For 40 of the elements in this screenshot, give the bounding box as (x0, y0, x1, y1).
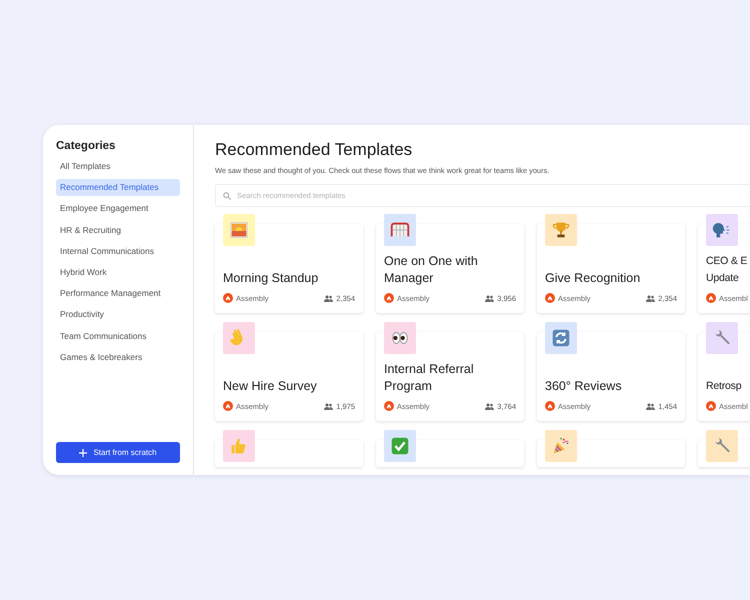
people-icon (324, 402, 334, 410)
card-title: Internal Referral Program (384, 361, 475, 395)
flame-logo-icon (706, 401, 716, 411)
people-icon (485, 294, 494, 302)
flame-logo-icon (223, 293, 233, 303)
check-mark-icon (389, 435, 411, 457)
category-item[interactable]: Internal Communications (56, 242, 180, 260)
flame-logo-icon (384, 293, 394, 303)
category-item[interactable]: Games & Icebreakers (56, 348, 180, 366)
card-title: Give Recognition (545, 270, 642, 287)
flame-logo-icon (223, 401, 233, 411)
category-item[interactable]: Recommended Templates (56, 179, 180, 196)
start-from-scratch-button[interactable]: Start from scratch (56, 442, 180, 463)
category-item[interactable]: Hybrid Work (56, 264, 180, 281)
card-title: One on One with Manager (384, 253, 479, 287)
category-item[interactable]: Team Communications (56, 328, 180, 344)
people-icon (646, 402, 656, 410)
flame-logo-icon (545, 293, 555, 303)
refresh-icon (550, 327, 572, 349)
category-item[interactable]: Employee Engagement (56, 200, 180, 218)
people-icon (485, 402, 494, 410)
people-icon (646, 294, 656, 302)
people-icon (324, 294, 334, 302)
sunrise-icon (228, 219, 250, 241)
search-icon (223, 192, 231, 200)
flame-logo-icon (706, 293, 716, 303)
flame-logo-icon (545, 401, 555, 411)
category-item[interactable]: All Templates (56, 158, 180, 175)
card-title: 360° Reviews (545, 378, 623, 395)
plus-icon (79, 448, 88, 456)
category-item[interactable]: HR & Recruiting (56, 222, 180, 239)
page-title: Recommended Templates (215, 140, 414, 160)
category-item[interactable]: Performance Management (56, 285, 180, 302)
sidebar-heading: Categories (56, 140, 116, 152)
card-title: Retrosp (706, 379, 742, 394)
card-title: New Hire Survey (223, 378, 318, 395)
flame-logo-icon (384, 401, 394, 411)
category-item[interactable]: Productivity (56, 306, 180, 324)
card-title: CEO & E Update (706, 254, 748, 286)
card-title: Morning Standup (223, 270, 320, 287)
